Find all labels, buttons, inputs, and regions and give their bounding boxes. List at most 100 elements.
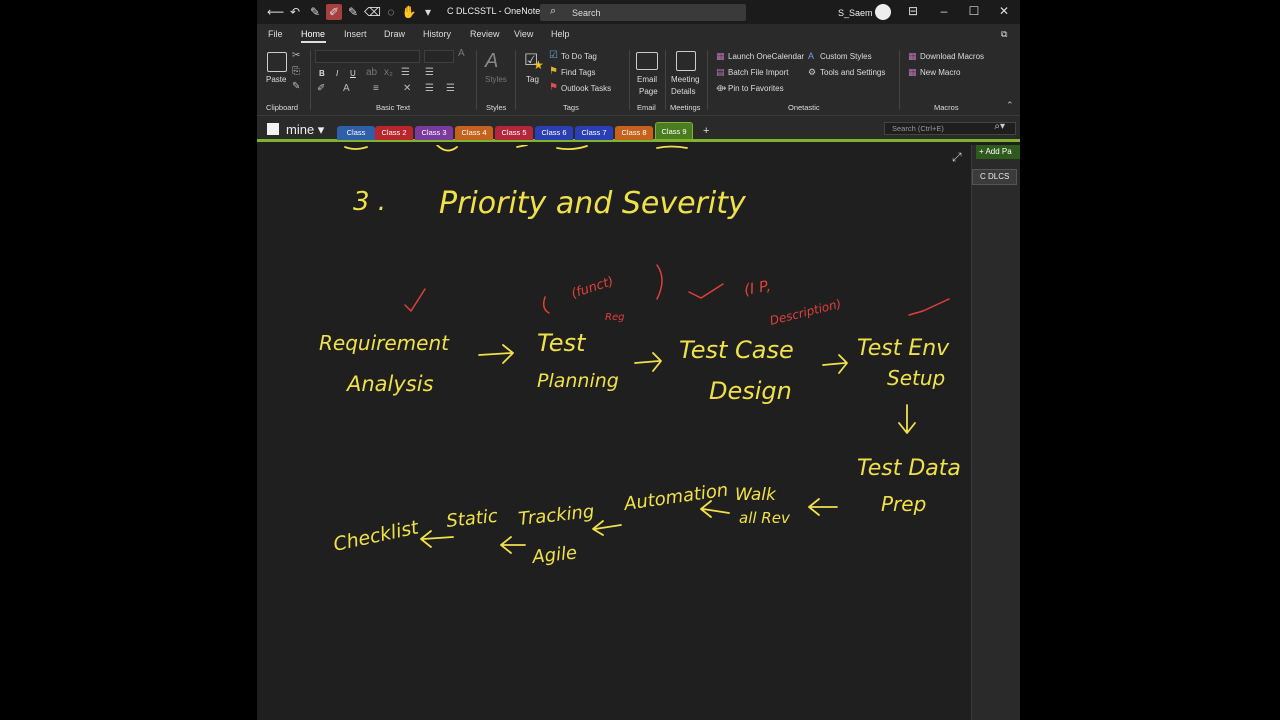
ink-check-3 — [908, 298, 950, 316]
hand-icon[interactable]: ✋ — [401, 4, 417, 20]
custom-styles-button[interactable]: Custom Styles — [820, 52, 872, 61]
new-macro-icon: ▦ — [908, 67, 917, 77]
section-tab[interactable]: Class 8 — [615, 126, 653, 140]
page-list-item[interactable]: C DLCS — [972, 169, 1017, 185]
numbering-icon[interactable]: ☰ — [425, 67, 434, 78]
email-page-line2[interactable]: Page — [639, 87, 658, 96]
cut-icon[interactable]: ✂ — [292, 50, 300, 61]
section-tab[interactable]: Class — [337, 126, 375, 140]
undo-icon[interactable]: ↶ — [287, 4, 303, 20]
tab-insert[interactable]: Insert — [344, 29, 367, 39]
lasso-icon[interactable]: ◌ — [383, 4, 399, 20]
tab-file[interactable]: File — [268, 29, 283, 39]
tab-history[interactable]: History — [423, 29, 451, 39]
collapse-ribbon-icon[interactable]: ⌃ — [1006, 100, 1014, 111]
format-painter-icon[interactable]: ✎ — [292, 81, 300, 92]
email-page-icon[interactable] — [636, 52, 658, 70]
expand-icon[interactable]: ⤢ — [952, 150, 962, 165]
ink-checklist: Checklist — [331, 516, 422, 556]
user-name[interactable]: S_Saem — [838, 8, 873, 18]
section-tab[interactable]: Class 5 — [495, 126, 533, 140]
ink-data-1: Test Data — [857, 456, 961, 481]
ink-design-2: Design — [709, 377, 792, 405]
font-size-dropdown[interactable] — [424, 50, 454, 63]
section-tab[interactable]: Class 3 — [415, 126, 453, 140]
copy-icon[interactable]: ⎘ — [292, 66, 300, 77]
notebook-pane-icon[interactable]: ⧉ — [1001, 29, 1007, 40]
meeting-details-line2[interactable]: Details — [671, 87, 695, 96]
align-icon[interactable]: ≡ — [373, 83, 379, 94]
bullets-icon[interactable]: ☰ — [401, 67, 410, 78]
underline-button[interactable]: U — [350, 69, 356, 78]
styles-button[interactable]: Styles — [485, 75, 507, 84]
basic-text-group-label: Basic Text — [376, 103, 411, 112]
delete-icon[interactable]: ✕ — [403, 83, 411, 94]
tab-view[interactable]: View — [514, 29, 533, 39]
italic-button[interactable]: I — [336, 69, 338, 78]
section-tab[interactable]: Class 4 — [455, 126, 493, 140]
paste-button[interactable]: Paste — [266, 75, 286, 84]
minimize-icon[interactable]: – — [937, 4, 951, 18]
pin-to-favorites-button[interactable]: Pin to Favorites — [728, 84, 784, 93]
section-tab[interactable]: Class 6 — [535, 126, 573, 140]
clear-format-icon[interactable]: A — [458, 48, 465, 59]
display-options-icon[interactable]: ⊟ — [906, 4, 920, 18]
section-tab[interactable]: Class 7 — [575, 126, 613, 140]
pen-green-icon[interactable]: ✎ — [345, 4, 361, 20]
maximize-icon[interactable]: ☐ — [967, 4, 981, 18]
tag-star-icon[interactable]: ★ — [533, 58, 544, 72]
outlook-tasks-button[interactable]: Outlook Tasks — [561, 84, 611, 93]
customize-icon[interactable]: ▾ — [420, 4, 436, 20]
tag-button[interactable]: Tag — [526, 75, 539, 84]
ink-note-funct: (funct) — [570, 274, 616, 302]
font-family-dropdown[interactable] — [315, 50, 420, 63]
outlook-tasks-icon[interactable]: ⚑ — [549, 82, 558, 93]
download-macros-button[interactable]: Download Macros — [920, 52, 984, 61]
subscript-icon[interactable]: x₂ — [384, 67, 393, 78]
back-icon[interactable]: ⟵ — [267, 4, 284, 20]
todo-tag-button[interactable]: To Do Tag — [561, 52, 597, 61]
title-bar: ⟵ ↶ ✎ ✐ ✎ ⌫ ◌ ✋ ▾ C DLCSSTL - OneNote ⌕ … — [257, 0, 1020, 24]
notebook-search-input[interactable]: Search (Ctrl+E) ⌕▾ — [884, 121, 1016, 135]
close-icon[interactable]: ✕ — [997, 4, 1011, 18]
email-page-line1[interactable]: Email — [637, 75, 657, 84]
ink-drawing: 3 . Priority and Severity (funct) Reg (I… — [319, 145, 961, 568]
new-macro-button[interactable]: New Macro — [920, 68, 960, 77]
todo-icon[interactable]: ☑ — [549, 50, 558, 61]
pen-icon[interactable]: ✎ — [307, 4, 323, 20]
outdent-icon[interactable]: ☰ — [425, 83, 434, 94]
highlighter-icon[interactable]: ✐ — [326, 4, 342, 20]
section-tab[interactable]: Class 9 — [655, 122, 693, 140]
title-search[interactable]: ⌕ Search — [540, 4, 746, 21]
notebook-search-placeholder: Search (Ctrl+E) — [892, 124, 944, 133]
tab-review[interactable]: Review — [470, 29, 500, 39]
indent-icon[interactable]: ☰ — [446, 83, 455, 94]
find-tags-button[interactable]: Find Tags — [561, 68, 596, 77]
tools-and-settings-button[interactable]: Tools and Settings — [820, 68, 885, 77]
add-page-button[interactable]: + Add Pa — [976, 145, 1020, 159]
avatar[interactable] — [875, 4, 891, 20]
bold-button[interactable]: B — [319, 69, 325, 78]
highlight-icon[interactable]: ✐ — [317, 83, 325, 94]
tab-draw[interactable]: Draw — [384, 29, 405, 39]
ink-arrow-back-1 — [808, 498, 838, 516]
paste-icon[interactable] — [267, 52, 287, 72]
tab-help[interactable]: Help — [551, 29, 570, 39]
ink-arrow-back-4 — [500, 536, 526, 554]
batch-file-import-button[interactable]: Batch File Import — [728, 68, 788, 77]
styles-icon[interactable]: A — [485, 50, 498, 73]
section-tab[interactable]: Class 2 — [375, 126, 413, 140]
font-color-icon[interactable]: A — [343, 83, 350, 94]
meeting-details-line1[interactable]: Meeting — [671, 75, 699, 84]
separator — [476, 50, 477, 110]
launch-onecalendar-button[interactable]: Launch OneCalendar — [728, 52, 804, 61]
meeting-details-icon[interactable] — [676, 51, 696, 71]
find-tags-icon[interactable]: ⚑ — [549, 66, 558, 77]
notebook-dropdown[interactable]: mine ▾ — [286, 122, 324, 138]
add-section-button[interactable]: + — [703, 125, 709, 137]
tab-home[interactable]: Home — [301, 29, 325, 39]
ink-arrow-down — [898, 404, 916, 434]
strikethrough-icon[interactable]: ab — [366, 67, 377, 78]
eraser-icon[interactable]: ⌫ — [364, 4, 381, 20]
ink-plan-1: Test — [537, 329, 587, 357]
